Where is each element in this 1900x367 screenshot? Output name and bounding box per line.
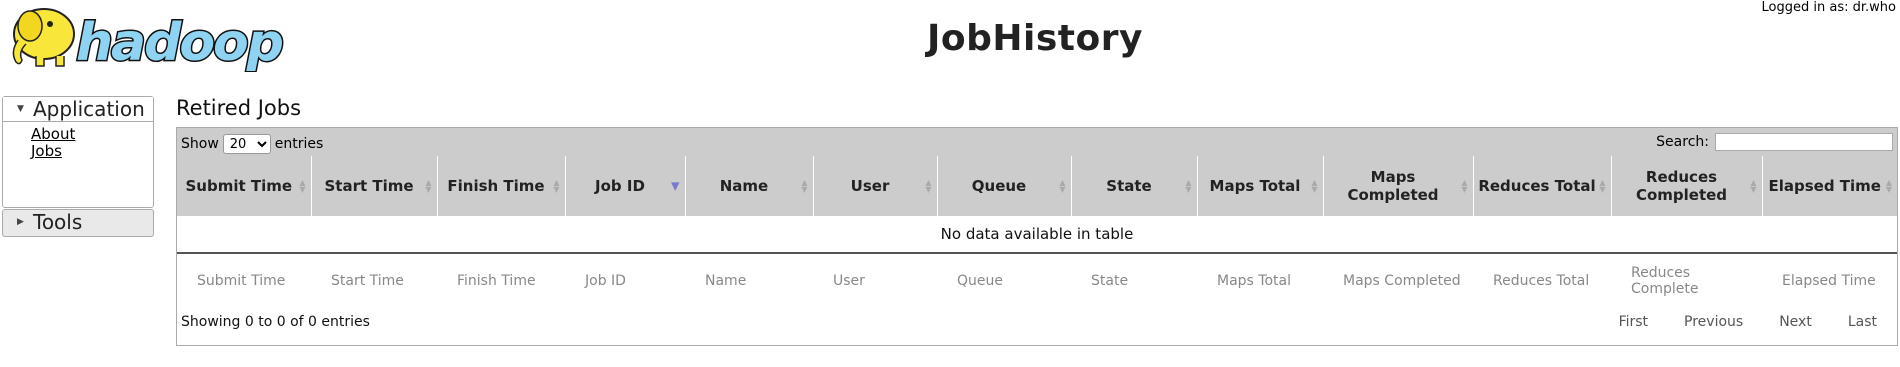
column-footer: Maps Total [1217,273,1291,289]
column-header-name[interactable]: Name ▲ ▼ [685,156,814,216]
column-header-reduces-completed[interactable]: Reduces Completed ▲ ▼ [1611,156,1763,216]
search-control: Search: [1656,133,1893,151]
column-header-label: Finish Time [447,177,545,195]
pagination: First Previous Next Last [1619,314,1877,330]
nav-tools-section[interactable]: ▶ Tools [2,209,154,237]
column-header-label: Submit Time [185,177,293,195]
column-header-label: Maps Completed [1347,168,1439,204]
column-footer: Reduces Complete [1631,265,1699,297]
column-header-start-time[interactable]: Start Time ▲ ▼ [311,156,438,216]
sort-icon: ▲ ▼ [299,178,306,194]
show-label: Show [181,136,219,152]
sort-icon: ▲ ▼ [1461,178,1468,194]
entries-per-page-select[interactable]: 20 [222,134,271,154]
column-header-label: Queue [971,177,1027,195]
sort-icon: ▼ [671,179,680,193]
nav-tools-label: Tools [33,210,83,234]
column-header-job-id[interactable]: Job ID ▼ [565,156,686,216]
column-footer: Maps Completed [1343,273,1461,289]
nav-application-header[interactable]: ▼ Application [3,97,153,122]
nav-application-section: ▼ Application About Jobs [2,96,154,208]
column-footer: Reduces Total [1493,273,1590,289]
sort-icon: ▲ ▼ [553,178,560,194]
login-info: Logged in as: dr.who [1761,0,1896,15]
sort-icon: ▲ ▼ [801,178,808,194]
empty-message: No data available in table [177,216,1897,254]
column-header-label: Elapsed Time [1768,177,1882,195]
column-header-label: User [850,177,890,195]
column-header-label: Name [719,177,769,195]
sort-icon: ▲ ▼ [1599,178,1606,194]
triangle-right-icon: ▶ [17,217,24,227]
sort-icon: ▲ ▼ [1059,178,1066,194]
table-info: Showing 0 to 0 of 0 entries [181,314,370,330]
length-control: Show 20 entries [181,134,323,154]
column-header-submit-time[interactable]: Submit Time ▲ ▼ [177,156,312,216]
column-header-user[interactable]: User ▲ ▼ [813,156,938,216]
column-footer: Queue [957,273,1003,289]
column-header-label: State [1106,177,1152,195]
nav-application-label: Application [33,97,145,121]
column-header-maps-completed[interactable]: Maps Completed ▲ ▼ [1323,156,1474,216]
sort-icon: ▲ ▼ [1750,178,1757,194]
search-input[interactable] [1715,133,1893,151]
nav-tools-header[interactable]: ▶ Tools [3,210,153,234]
column-footer: Submit Time [197,273,286,289]
column-header-label: Job ID [595,177,645,195]
column-footer: Start Time [331,273,404,289]
nav-link-jobs[interactable]: Jobs [31,143,153,160]
table-toolbar: Show 20 entries Search: [177,128,1897,156]
column-header-reduces-total[interactable]: Reduces Total ▲ ▼ [1473,156,1612,216]
column-footer: Job ID [585,273,626,289]
column-footer: Elapsed Time [1782,273,1876,289]
pagination-next[interactable]: Next [1779,314,1812,330]
nav-link-about[interactable]: About [31,126,153,143]
column-header-label: Start Time [324,177,414,195]
triangle-down-icon: ▼ [17,104,24,114]
column-header-label: Maps Total [1209,177,1301,195]
sort-icon: ▲ ▼ [425,178,432,194]
column-header-elapsed-time[interactable]: Elapsed Time ▲ ▼ [1762,156,1897,216]
column-header-finish-time[interactable]: Finish Time ▲ ▼ [437,156,566,216]
sort-icon: ▲ ▼ [1311,178,1318,194]
sort-icon: ▲ ▼ [1885,178,1892,194]
pagination-last[interactable]: Last [1848,314,1877,330]
column-footer: State [1091,273,1129,289]
jobs-table: Submit Time ▲ ▼ Start Time ▲ ▼ Finish Time ▲ ▼ Jo… [177,156,1897,308]
search-label: Search: [1656,134,1709,150]
section-title: Retired Jobs [176,96,302,120]
column-header-label: Reduces Total [1478,177,1596,195]
jobs-table-wrapper: Show 20 entries Search: Submit Time ▲ ▼ Sta… [176,127,1898,346]
sort-icon: ▲ ▼ [925,178,932,194]
pagination-previous[interactable]: Previous [1684,314,1743,330]
table-footer-row: Submit Time Start Time Finish Time Job ID Na… [177,253,1897,308]
column-footer: Finish Time [457,273,536,289]
sort-icon: ▲ ▼ [1185,178,1192,194]
entries-label: entries [274,136,324,152]
table-header-row: Submit Time ▲ ▼ Start Time ▲ ▼ Finish Time ▲ ▼ Jo… [177,156,1897,216]
column-footer: Name [705,273,747,289]
column-header-label: Reduces Completed [1635,168,1728,204]
column-header-maps-total[interactable]: Maps Total ▲ ▼ [1197,156,1324,216]
table-row: No data available in table [177,216,1897,254]
column-header-state[interactable]: State ▲ ▼ [1071,156,1198,216]
column-header-queue[interactable]: Queue ▲ ▼ [937,156,1072,216]
page-title: JobHistory [927,18,1143,59]
pagination-first[interactable]: First [1619,314,1648,330]
column-footer: User [833,273,865,289]
